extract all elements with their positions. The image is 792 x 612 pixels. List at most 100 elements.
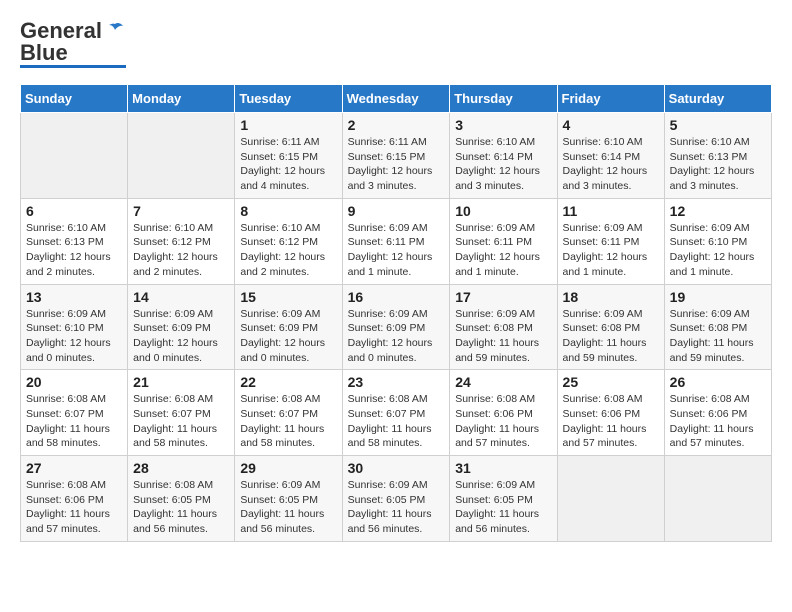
calendar-header-tuesday: Tuesday xyxy=(235,85,342,113)
calendar-empty-cell xyxy=(128,113,235,199)
day-info: Sunrise: 6:09 AM Sunset: 6:05 PM Dayligh… xyxy=(348,478,445,537)
day-number: 24 xyxy=(455,374,551,390)
day-number: 29 xyxy=(240,460,336,476)
calendar-day-9: 9 Sunrise: 6:09 AM Sunset: 6:11 PM Daylig… xyxy=(342,198,450,284)
logo-bird-icon xyxy=(104,20,126,42)
calendar-day-3: 3Sunrise: 6:10 AM Sunset: 6:14 PM Daylig… xyxy=(450,113,557,199)
calendar-day-29: 29Sunrise: 6:09 AM Sunset: 6:05 PM Dayli… xyxy=(235,456,342,542)
calendar-day-8: 8Sunrise: 6:10 AM Sunset: 6:12 PM Daylig… xyxy=(235,198,342,284)
calendar-day-1: 1 Sunrise: 6:11 AM Sunset: 6:15 PM Daylig… xyxy=(235,113,342,199)
day-number: 28 xyxy=(133,460,229,476)
calendar-day-31: 31 Sunrise: 6:09 AM Sunset: 6:05 PM Dayli… xyxy=(450,456,557,542)
day-number: 15 xyxy=(240,289,336,305)
calendar-header-sunday: Sunday xyxy=(21,85,128,113)
day-number: 1 xyxy=(240,117,336,133)
day-info: Sunrise: 6:09 AM Sunset: 6:10 PM Dayligh… xyxy=(670,221,766,280)
day-number: 7 xyxy=(133,203,229,219)
day-info: Sunrise: 6:08 AM Sunset: 6:06 PM Dayligh… xyxy=(670,392,766,451)
calendar-day-7: 7 Sunrise: 6:10 AM Sunset: 6:12 PM Daylig… xyxy=(128,198,235,284)
day-info: Sunrise: 6:09 AM Sunset: 6:08 PM Dayligh… xyxy=(455,307,551,366)
calendar-day-6: 6 Sunrise: 6:10 AM Sunset: 6:13 PM Daylig… xyxy=(21,198,128,284)
day-info: Sunrise: 6:10 AM Sunset: 6:12 PM Dayligh… xyxy=(240,221,336,280)
day-number: 22 xyxy=(240,374,336,390)
calendar-empty-cell xyxy=(557,456,664,542)
day-info: Sunrise: 6:10 AM Sunset: 6:13 PM Dayligh… xyxy=(26,221,122,280)
day-number: 6 xyxy=(26,203,122,219)
day-info: Sunrise: 6:08 AM Sunset: 6:06 PM Dayligh… xyxy=(455,392,551,451)
logo-underline xyxy=(20,65,126,68)
day-number: 5 xyxy=(670,117,766,133)
day-info: Sunrise: 6:11 AM Sunset: 6:15 PM Dayligh… xyxy=(348,135,445,194)
day-info: Sunrise: 6:10 AM Sunset: 6:14 PM Dayligh… xyxy=(563,135,659,194)
calendar-day-26: 26 Sunrise: 6:08 AM Sunset: 6:06 PM Dayli… xyxy=(664,370,771,456)
day-number: 2 xyxy=(348,117,445,133)
day-info: Sunrise: 6:09 AM Sunset: 6:09 PM Dayligh… xyxy=(133,307,229,366)
calendar-day-27: 27 Sunrise: 6:08 AM Sunset: 6:06 PM Dayli… xyxy=(21,456,128,542)
calendar-week-3: 13 Sunrise: 6:09 AM Sunset: 6:10 PM Dayli… xyxy=(21,284,772,370)
calendar-empty-cell xyxy=(21,113,128,199)
day-info: Sunrise: 6:09 AM Sunset: 6:08 PM Dayligh… xyxy=(563,307,659,366)
day-info: Sunrise: 6:09 AM Sunset: 6:09 PM Dayligh… xyxy=(240,307,336,366)
day-info: Sunrise: 6:11 AM Sunset: 6:15 PM Dayligh… xyxy=(240,135,336,194)
calendar-day-21: 21 Sunrise: 6:08 AM Sunset: 6:07 PM Dayli… xyxy=(128,370,235,456)
day-info: Sunrise: 6:10 AM Sunset: 6:12 PM Dayligh… xyxy=(133,221,229,280)
calendar-day-16: 16 Sunrise: 6:09 AM Sunset: 6:09 PM Dayli… xyxy=(342,284,450,370)
calendar-week-2: 6 Sunrise: 6:10 AM Sunset: 6:13 PM Daylig… xyxy=(21,198,772,284)
calendar-day-13: 13 Sunrise: 6:09 AM Sunset: 6:10 PM Dayli… xyxy=(21,284,128,370)
day-number: 13 xyxy=(26,289,122,305)
day-info: Sunrise: 6:10 AM Sunset: 6:14 PM Dayligh… xyxy=(455,135,551,194)
day-info: Sunrise: 6:08 AM Sunset: 6:07 PM Dayligh… xyxy=(240,392,336,451)
calendar-header-friday: Friday xyxy=(557,85,664,113)
calendar-day-4: 4 Sunrise: 6:10 AM Sunset: 6:14 PM Daylig… xyxy=(557,113,664,199)
day-info: Sunrise: 6:09 AM Sunset: 6:08 PM Dayligh… xyxy=(670,307,766,366)
calendar-header-row: SundayMondayTuesdayWednesdayThursdayFrid… xyxy=(21,85,772,113)
day-number: 26 xyxy=(670,374,766,390)
calendar-header-wednesday: Wednesday xyxy=(342,85,450,113)
day-number: 17 xyxy=(455,289,551,305)
day-number: 25 xyxy=(563,374,659,390)
calendar-day-20: 20 Sunrise: 6:08 AM Sunset: 6:07 PM Dayli… xyxy=(21,370,128,456)
day-info: Sunrise: 6:08 AM Sunset: 6:05 PM Dayligh… xyxy=(133,478,229,537)
calendar-day-25: 25Sunrise: 6:08 AM Sunset: 6:06 PM Dayli… xyxy=(557,370,664,456)
calendar-day-15: 15 Sunrise: 6:09 AM Sunset: 6:09 PM Dayli… xyxy=(235,284,342,370)
calendar-day-22: 22 Sunrise: 6:08 AM Sunset: 6:07 PM Dayli… xyxy=(235,370,342,456)
day-info: Sunrise: 6:09 AM Sunset: 6:09 PM Dayligh… xyxy=(348,307,445,366)
day-info: Sunrise: 6:08 AM Sunset: 6:07 PM Dayligh… xyxy=(348,392,445,451)
day-info: Sunrise: 6:09 AM Sunset: 6:10 PM Dayligh… xyxy=(26,307,122,366)
calendar-day-30: 30Sunrise: 6:09 AM Sunset: 6:05 PM Dayli… xyxy=(342,456,450,542)
day-info: Sunrise: 6:09 AM Sunset: 6:11 PM Dayligh… xyxy=(455,221,551,280)
calendar-day-11: 11 Sunrise: 6:09 AM Sunset: 6:11 PM Dayli… xyxy=(557,198,664,284)
day-number: 4 xyxy=(563,117,659,133)
day-info: Sunrise: 6:09 AM Sunset: 6:05 PM Dayligh… xyxy=(455,478,551,537)
calendar-header-monday: Monday xyxy=(128,85,235,113)
day-number: 31 xyxy=(455,460,551,476)
day-info: Sunrise: 6:10 AM Sunset: 6:13 PM Dayligh… xyxy=(670,135,766,194)
day-number: 10 xyxy=(455,203,551,219)
day-number: 23 xyxy=(348,374,445,390)
calendar-header-saturday: Saturday xyxy=(664,85,771,113)
calendar-day-12: 12 Sunrise: 6:09 AM Sunset: 6:10 PM Dayli… xyxy=(664,198,771,284)
day-number: 21 xyxy=(133,374,229,390)
calendar-week-5: 27 Sunrise: 6:08 AM Sunset: 6:06 PM Dayli… xyxy=(21,456,772,542)
day-number: 9 xyxy=(348,203,445,219)
day-number: 27 xyxy=(26,460,122,476)
day-number: 18 xyxy=(563,289,659,305)
logo-general: General xyxy=(20,20,102,42)
calendar-day-17: 17 Sunrise: 6:09 AM Sunset: 6:08 PM Dayli… xyxy=(450,284,557,370)
day-number: 19 xyxy=(670,289,766,305)
day-number: 11 xyxy=(563,203,659,219)
day-info: Sunrise: 6:09 AM Sunset: 6:11 PM Dayligh… xyxy=(563,221,659,280)
calendar-header-thursday: Thursday xyxy=(450,85,557,113)
day-info: Sunrise: 6:08 AM Sunset: 6:07 PM Dayligh… xyxy=(26,392,122,451)
calendar-day-18: 18 Sunrise: 6:09 AM Sunset: 6:08 PM Dayli… xyxy=(557,284,664,370)
calendar-day-23: 23 Sunrise: 6:08 AM Sunset: 6:07 PM Dayli… xyxy=(342,370,450,456)
day-info: Sunrise: 6:08 AM Sunset: 6:07 PM Dayligh… xyxy=(133,392,229,451)
day-info: Sunrise: 6:08 AM Sunset: 6:06 PM Dayligh… xyxy=(26,478,122,537)
day-number: 16 xyxy=(348,289,445,305)
page-header: General Blue xyxy=(20,20,772,68)
day-number: 12 xyxy=(670,203,766,219)
day-number: 20 xyxy=(26,374,122,390)
calendar-empty-cell xyxy=(664,456,771,542)
day-info: Sunrise: 6:09 AM Sunset: 6:11 PM Dayligh… xyxy=(348,221,445,280)
calendar-day-2: 2 Sunrise: 6:11 AM Sunset: 6:15 PM Daylig… xyxy=(342,113,450,199)
